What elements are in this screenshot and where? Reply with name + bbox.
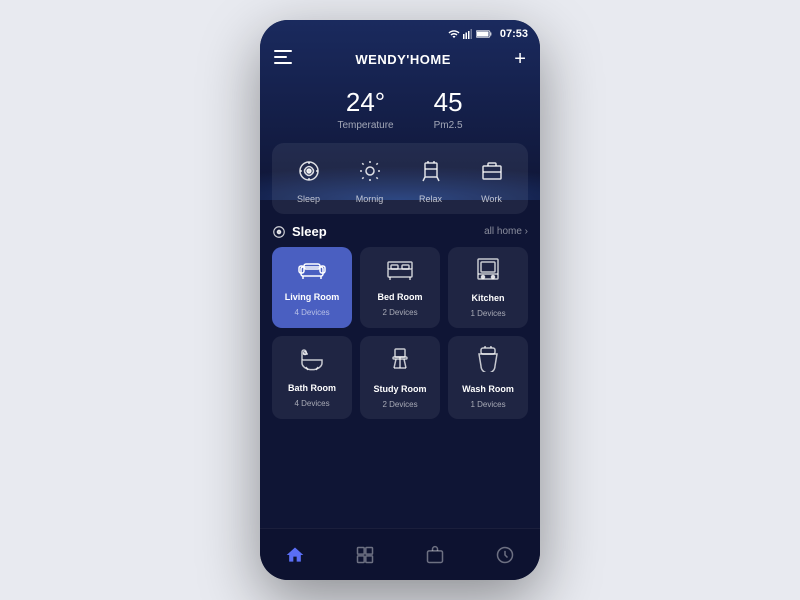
room-washroom-name: Wash Room <box>462 384 514 394</box>
bottom-nav <box>260 528 540 580</box>
app-title: WENDY'HOME <box>355 52 450 67</box>
scene-section: Sleep Mornig Relax <box>272 143 528 214</box>
room-living-name: Living Room <box>285 292 340 302</box>
scene-relax-label: Relax <box>419 194 442 204</box>
room-bedroom-devices: 2 Devices <box>382 308 417 317</box>
relax-icon <box>413 153 449 189</box>
temperature-label: Temperature <box>337 120 393 131</box>
sofa-icon <box>298 258 326 286</box>
sleep-icon <box>291 153 327 189</box>
app-header: WENDY'HOME + <box>260 44 540 79</box>
room-bathroom-devices: 4 Devices <box>294 399 329 408</box>
clock-nav-icon <box>495 545 515 565</box>
section-title: Sleep <box>292 224 327 239</box>
room-study-name: Study Room <box>374 384 427 394</box>
status-bar: 07:53 <box>260 20 540 44</box>
bed-icon <box>386 258 414 286</box>
room-bathroom-name: Bath Room <box>288 383 336 393</box>
room-bedroom-name: Bed Room <box>378 292 423 302</box>
room-section: Sleep all home › Living Room <box>260 214 540 423</box>
grid-nav-icon <box>355 545 375 565</box>
scene-morning-label: Mornig <box>356 194 384 204</box>
nav-bag[interactable] <box>425 545 445 565</box>
nav-grid[interactable] <box>355 545 375 565</box>
scene-sleep-label: Sleep <box>297 194 320 204</box>
add-button[interactable]: + <box>514 48 526 71</box>
scene-work-label: Work <box>481 194 502 204</box>
bag-nav-icon <box>425 545 445 565</box>
room-washroom-devices: 1 Devices <box>470 400 505 409</box>
temperature-value: 24° <box>337 87 393 118</box>
scene-sleep[interactable]: Sleep <box>291 153 327 204</box>
room-study[interactable]: Study Room 2 Devices <box>360 336 440 419</box>
room-bathroom[interactable]: Bath Room 4 Devices <box>272 336 352 419</box>
scene-morning[interactable]: Mornig <box>352 153 388 204</box>
section-title-wrap: Sleep <box>272 224 327 239</box>
nav-home[interactable] <box>285 545 305 565</box>
room-kitchen-name: Kitchen <box>471 293 504 303</box>
nav-clock[interactable] <box>495 545 515 565</box>
study-icon <box>387 346 413 378</box>
room-kitchen[interactable]: Kitchen 1 Devices <box>448 247 528 328</box>
home-nav-icon <box>285 545 305 565</box>
scene-relax[interactable]: Relax <box>413 153 449 204</box>
weather-section: 24° Temperature 45 Pm2.5 <box>260 79 540 143</box>
room-bedroom[interactable]: Bed Room 2 Devices <box>360 247 440 328</box>
all-home-link[interactable]: all home › <box>484 226 528 237</box>
sleep-section-icon <box>272 225 286 239</box>
room-living[interactable]: Living Room 4 Devices <box>272 247 352 328</box>
morning-icon <box>352 153 388 189</box>
signal-icon <box>463 28 473 40</box>
pm25-value: 45 <box>434 87 463 118</box>
room-study-devices: 2 Devices <box>382 400 417 409</box>
section-header: Sleep all home › <box>272 224 528 239</box>
menu-icon[interactable] <box>274 50 292 69</box>
wifi-icon <box>448 28 460 40</box>
scene-work[interactable]: Work <box>474 153 510 204</box>
kitchen-icon <box>475 257 501 287</box>
toilet-icon <box>476 346 500 378</box>
room-washroom[interactable]: Wash Room 1 Devices <box>448 336 528 419</box>
battery-icon <box>476 29 492 39</box>
status-time: 07:53 <box>500 28 528 40</box>
temperature-widget: 24° Temperature <box>337 87 393 131</box>
pm25-widget: 45 Pm2.5 <box>434 87 463 131</box>
bath-icon <box>298 347 326 377</box>
room-kitchen-devices: 1 Devices <box>470 309 505 318</box>
pm25-label: Pm2.5 <box>434 120 463 131</box>
rooms-grid: Living Room 4 Devices Bed Room 2 Dev <box>272 247 528 419</box>
work-icon <box>474 153 510 189</box>
room-living-devices: 4 Devices <box>294 308 329 317</box>
